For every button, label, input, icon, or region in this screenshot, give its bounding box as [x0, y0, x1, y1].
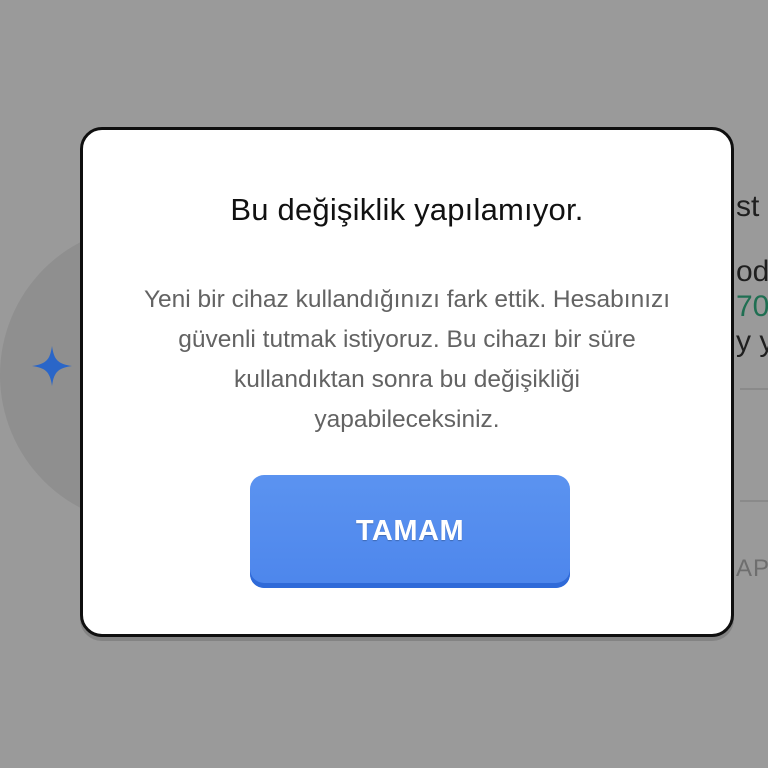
dialog-message: Yeni bir cihaz kullandığınızı fark ettik…	[143, 286, 671, 433]
background-button-fragment: AP	[736, 555, 768, 582]
background-amount-fragment: 70	[736, 290, 768, 323]
background-divider	[740, 388, 768, 390]
dialog-title: Bu değişiklik yapılamıyor.	[230, 192, 584, 227]
background-heading-fragment: st	[736, 190, 760, 223]
alert-dialog: Bu değişiklik yapılamıyor. Yeni bir ciha…	[80, 127, 734, 637]
ok-button[interactable]: TAMAM	[250, 475, 570, 588]
sparkle-icon	[32, 346, 72, 386]
background-text-fragment: y y	[736, 325, 768, 358]
background-text-fragment: od	[736, 255, 768, 288]
background-divider	[740, 500, 768, 502]
